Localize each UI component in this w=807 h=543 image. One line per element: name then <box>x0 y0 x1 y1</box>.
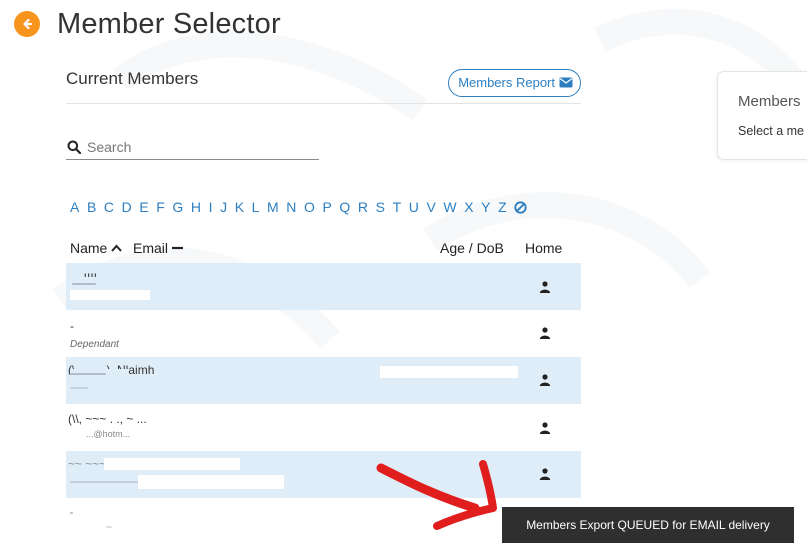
alphabet-filter: ABCDEFGHIJKLMNOPQRSTUVWXYZ <box>70 199 527 215</box>
member-name: (\\, ~~~ . ., ~ ... <box>68 412 147 426</box>
chevron-up-icon <box>111 244 123 252</box>
redaction <box>380 366 518 378</box>
redacted-text <box>70 373 106 375</box>
table-row[interactable]: , ~!!!!~ <box>66 263 581 310</box>
redacted-text <box>106 526 112 528</box>
members-table-header: Name Email Age / DoB Home <box>66 240 581 262</box>
alphabet-letter-m[interactable]: M <box>267 199 279 215</box>
redaction <box>138 475 284 489</box>
name-column-header[interactable]: Name <box>70 240 123 256</box>
age-column-label: Age / DoB <box>440 240 504 256</box>
members-report-button[interactable]: Members Report <box>448 68 581 97</box>
name-column-label: Name <box>70 240 108 256</box>
alphabet-letter-e[interactable]: E <box>139 199 148 215</box>
members-table-body: , ~!!!!~ - Dependant (\...~~~), Nlaimh .… <box>66 263 581 538</box>
search-box <box>66 134 319 160</box>
alphabet-letter-v[interactable]: V <box>426 199 435 215</box>
alphabet-letter-u[interactable]: U <box>409 199 419 215</box>
person-icon[interactable] <box>539 422 551 434</box>
search-input[interactable] <box>87 138 307 155</box>
alphabet-letter-g[interactable]: G <box>172 199 183 215</box>
alphabet-letter-q[interactable]: Q <box>339 199 350 215</box>
alphabet-letter-d[interactable]: D <box>122 199 132 215</box>
alphabet-letter-a[interactable]: A <box>70 199 79 215</box>
alphabet-letter-p[interactable]: P <box>322 199 331 215</box>
table-row[interactable]: (\...~~~), Nlaimh ...10 05 2011 <box>66 357 581 404</box>
members-report-label: Members Report <box>458 75 555 90</box>
table-row[interactable]: - Dependant <box>66 310 581 357</box>
home-column-label: Home <box>525 240 563 256</box>
alphabet-letter-c[interactable]: C <box>104 199 114 215</box>
person-icon[interactable] <box>539 468 551 480</box>
member-name: - <box>70 319 74 333</box>
card-subtitle: Select a me <box>738 124 805 138</box>
alphabet-letter-z[interactable]: Z <box>498 199 507 215</box>
redaction <box>70 277 150 287</box>
redacted-text <box>70 387 88 389</box>
panel-header: Current Members Members Report <box>66 62 581 104</box>
member-email: ...@hotm... <box>86 429 131 439</box>
person-icon[interactable] <box>539 281 551 293</box>
arrow-left-icon <box>23 18 33 30</box>
age-column-header[interactable]: Age / DoB <box>440 240 504 256</box>
alphabet-letter-h[interactable]: H <box>191 199 201 215</box>
member-detail-card: Members Select a me <box>717 71 807 160</box>
alphabet-letter-i[interactable]: I <box>209 199 213 215</box>
alphabet-letter-o[interactable]: O <box>304 199 315 215</box>
home-column-header[interactable]: Home <box>525 240 562 256</box>
redacted-text <box>72 283 96 285</box>
redaction <box>70 290 150 300</box>
toast-notification: Members Export QUEUED for EMAIL delivery <box>502 507 794 543</box>
alphabet-letter-f[interactable]: F <box>156 199 165 215</box>
page-header: Member Selector <box>14 7 281 41</box>
search-icon <box>67 140 81 154</box>
redaction <box>104 458 240 470</box>
envelope-icon <box>559 77 573 88</box>
person-icon[interactable] <box>539 374 551 386</box>
clear-filter-icon[interactable] <box>514 200 527 214</box>
alphabet-letter-b[interactable]: B <box>87 199 96 215</box>
current-members-panel: Current Members Members Report <box>66 62 581 104</box>
alphabet-letter-r[interactable]: R <box>358 199 368 215</box>
person-icon[interactable] <box>539 327 551 339</box>
alphabet-letter-t[interactable]: T <box>393 199 402 215</box>
back-button[interactable] <box>14 11 40 37</box>
alphabet-letter-y[interactable]: Y <box>481 199 490 215</box>
panel-title: Current Members <box>66 68 199 88</box>
card-title: Members <box>738 93 801 110</box>
page-title: Member Selector <box>57 7 281 40</box>
member-type: Dependant <box>70 339 119 350</box>
alphabet-letter-w[interactable]: W <box>443 199 456 215</box>
alphabet-letter-l[interactable]: L <box>252 199 260 215</box>
redacted-text <box>70 512 73 514</box>
alphabet-letter-x[interactable]: X <box>464 199 473 215</box>
alphabet-letter-k[interactable]: K <box>235 199 244 215</box>
email-column-header[interactable]: Email <box>133 240 184 256</box>
alphabet-letter-n[interactable]: N <box>286 199 296 215</box>
minus-icon <box>172 246 184 250</box>
email-column-label: Email <box>133 240 169 256</box>
table-row[interactable]: (\\, ~~~ . ., ~ ... ...@hotm... <box>66 404 581 451</box>
alphabet-letter-j[interactable]: J <box>220 199 227 215</box>
alphabet-letter-s[interactable]: S <box>376 199 385 215</box>
table-row[interactable]: ~~ ~~~~~ <box>66 451 581 498</box>
